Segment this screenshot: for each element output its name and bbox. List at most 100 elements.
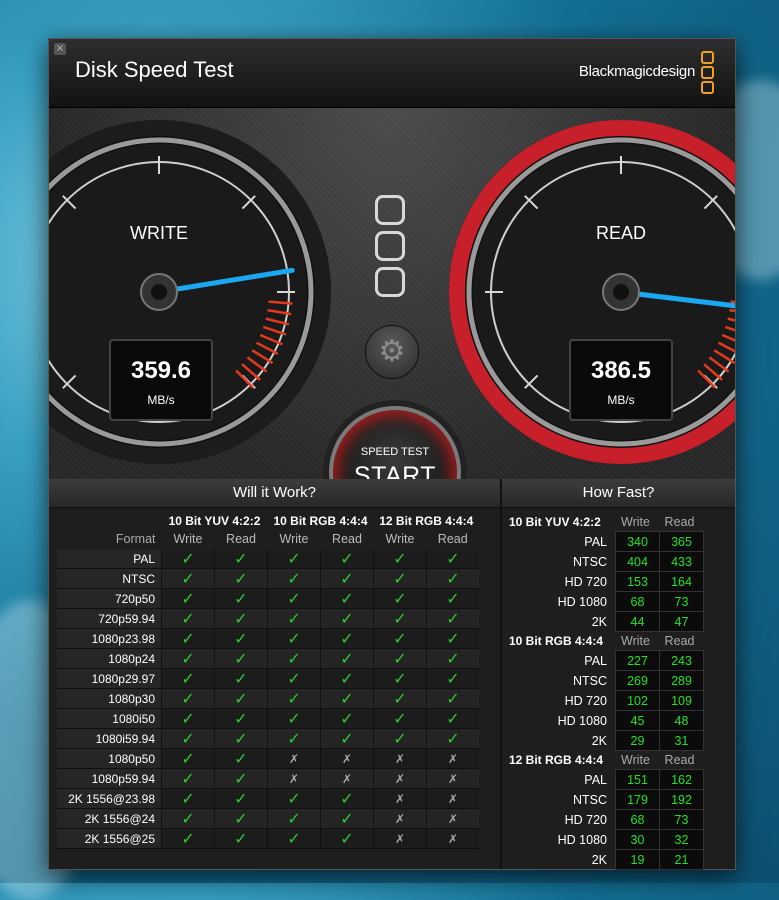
check-icon: ✓ xyxy=(340,709,354,728)
format-column-header: Format xyxy=(115,532,156,546)
cross-icon: ✗ xyxy=(447,791,459,806)
compat-cell: ✓ xyxy=(161,728,215,749)
check-icon: ✓ xyxy=(393,589,407,608)
resolution-label: HD 1080 xyxy=(557,594,607,609)
check-icon: ✓ xyxy=(393,649,407,668)
table-row: HD 1080 68 73 xyxy=(509,591,704,612)
compat-cell: ✗ xyxy=(426,748,479,769)
cross-icon: ✗ xyxy=(447,771,459,786)
brand-name: Blackmagicdesign xyxy=(578,63,695,80)
check-icon: ✓ xyxy=(234,709,248,728)
format-label: PAL xyxy=(57,549,162,569)
write-needle-hub-center xyxy=(151,284,167,300)
compat-cell: ✓ xyxy=(214,788,268,809)
check-icon: ✓ xyxy=(446,569,460,588)
check-icon: ✓ xyxy=(446,589,460,608)
check-icon: ✓ xyxy=(181,609,195,628)
check-icon: ✓ xyxy=(446,549,460,568)
compat-cell: ✓ xyxy=(267,808,321,829)
check-icon: ✓ xyxy=(393,569,407,588)
compat-cell: ✓ xyxy=(320,828,374,849)
check-icon: ✓ xyxy=(181,709,195,728)
table-row: 2K 19 21 xyxy=(509,849,704,870)
check-icon: ✓ xyxy=(340,589,354,608)
compat-cell: ✗ xyxy=(373,788,427,809)
compat-cell: ✓ xyxy=(214,608,268,629)
check-icon: ✓ xyxy=(340,649,354,668)
format-label: 2K 1556@23.98 xyxy=(57,788,162,809)
table-row: 2K 44 47 xyxy=(509,611,704,632)
table-row: 1080p24 ✓ ✓ ✓ ✓ ✓ ✓ xyxy=(57,648,479,669)
check-icon: ✓ xyxy=(181,549,195,568)
blackmagic-center-logo-icon xyxy=(375,195,405,303)
table-row: PAL 151 162 xyxy=(509,769,704,790)
compat-cell: ✓ xyxy=(267,688,321,709)
check-icon: ✓ xyxy=(446,729,460,748)
compat-cell: ✓ xyxy=(426,648,479,669)
format-label: 1080p59.94 xyxy=(57,768,162,789)
table-row: HD 1080 30 32 xyxy=(509,829,704,850)
format-label: NTSC xyxy=(57,568,162,589)
read-fps: 47 xyxy=(659,611,704,632)
compat-cell: ✓ xyxy=(320,588,374,609)
resolution-label: NTSC xyxy=(572,554,607,569)
resolution-label: NTSC xyxy=(572,673,607,688)
read-value: 386.5 xyxy=(590,357,652,384)
compat-cell: ✓ xyxy=(161,768,215,789)
how-fast-heading: How Fast? xyxy=(502,479,735,508)
table-row: 2K 29 31 xyxy=(509,730,704,751)
check-icon: ✓ xyxy=(287,689,301,708)
compat-cell: ✗ xyxy=(320,748,374,769)
compat-cell: ✓ xyxy=(267,568,321,589)
check-icon: ✓ xyxy=(287,649,301,668)
table-row: 720p50 ✓ ✓ ✓ ✓ ✓ ✓ xyxy=(57,588,479,609)
check-icon: ✓ xyxy=(181,569,195,588)
compat-cell: ✓ xyxy=(373,668,427,689)
compat-cell: ✓ xyxy=(426,688,479,709)
compat-cell: ✓ xyxy=(373,728,427,749)
compat-cell: ✓ xyxy=(214,708,268,729)
gauge-panel: WRITE READ 359.6 MB/s 386.5 MB/s ⚙ SPEED… xyxy=(49,108,735,508)
resolution-label: PAL xyxy=(584,653,607,668)
check-icon: ✓ xyxy=(340,609,354,628)
format-label: 1080p23.98 xyxy=(57,628,162,649)
compat-cell: ✓ xyxy=(373,648,427,669)
compat-cell: ✓ xyxy=(161,748,215,769)
write-gauge-label: WRITE xyxy=(130,223,188,243)
check-icon: ✓ xyxy=(287,789,301,808)
read-fps: 48 xyxy=(659,710,704,731)
compat-cell: ✓ xyxy=(320,808,374,829)
check-icon: ✓ xyxy=(181,629,195,648)
compat-cell: ✓ xyxy=(214,828,268,849)
table-row: 2K 1556@24 ✓ ✓ ✓ ✓ ✗ ✗ xyxy=(57,808,479,829)
cross-icon: ✗ xyxy=(341,771,353,786)
write-fps: 102 xyxy=(615,690,660,711)
read-fps: 31 xyxy=(659,730,704,751)
resolution-label: PAL xyxy=(584,534,607,549)
write-value: 359.6 xyxy=(130,357,192,384)
check-icon: ✓ xyxy=(287,669,301,688)
write-unit: MB/s xyxy=(147,393,175,407)
write-fps: 404 xyxy=(615,551,660,572)
compat-cell: ✓ xyxy=(161,828,215,849)
settings-gear-button[interactable]: ⚙ xyxy=(365,325,419,379)
check-icon: ✓ xyxy=(340,669,354,688)
close-button[interactable]: × xyxy=(54,43,66,55)
check-icon: ✓ xyxy=(234,689,248,708)
table-row: PAL 227 243 xyxy=(509,650,704,671)
compat-cell: ✗ xyxy=(426,828,479,849)
check-icon: ✓ xyxy=(234,589,248,608)
compat-cell: ✓ xyxy=(320,788,374,809)
write-fps: 29 xyxy=(615,730,660,751)
compat-cell: ✓ xyxy=(161,549,215,569)
check-icon: ✓ xyxy=(287,609,301,628)
table-row: HD 1080 45 48 xyxy=(509,710,704,731)
check-icon: ✓ xyxy=(340,729,354,748)
resolution-label: HD 720 xyxy=(564,693,607,708)
compat-cell: ✗ xyxy=(426,768,479,789)
will-it-work-table: 10 Bit YUV 4:2:2 10 Bit RGB 4:4:4 12 Bit… xyxy=(57,513,479,849)
compat-cell: ✓ xyxy=(320,668,374,689)
check-icon: ✓ xyxy=(234,629,248,648)
resolution-label: PAL xyxy=(584,772,607,787)
cross-icon: ✗ xyxy=(288,751,300,766)
